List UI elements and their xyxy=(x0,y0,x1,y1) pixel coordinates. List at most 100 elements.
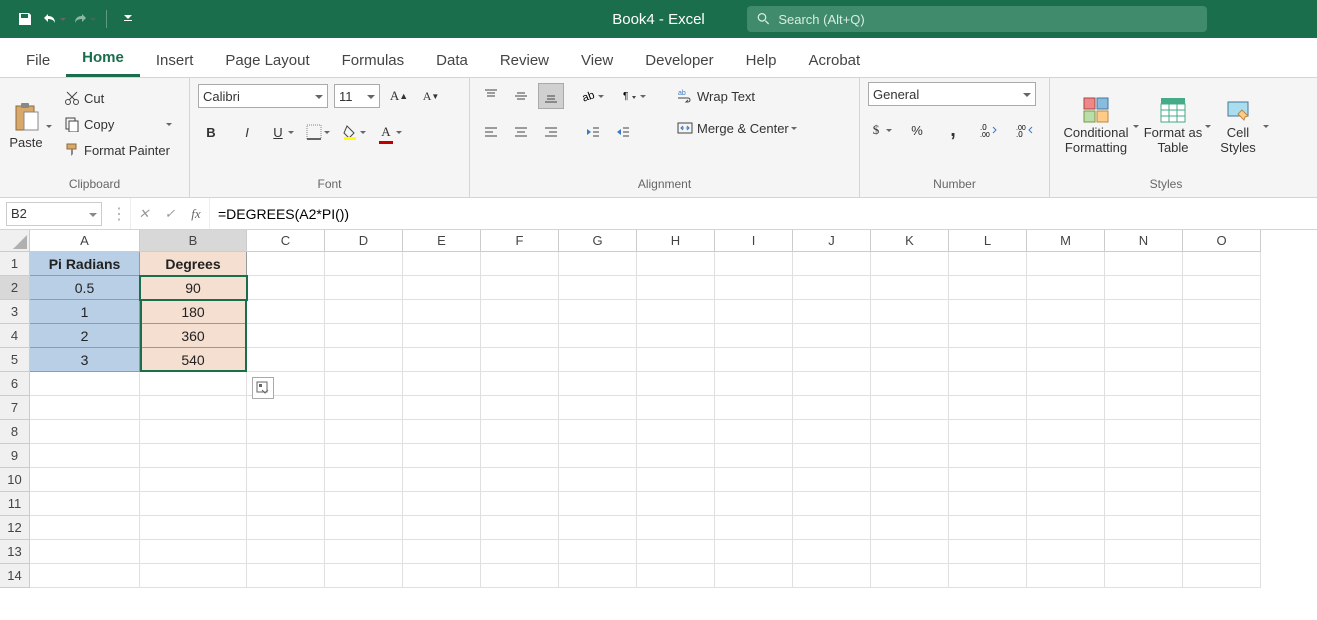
cell-styles-button[interactable]: Cell Styles xyxy=(1215,82,1271,170)
row-header-12[interactable]: 12 xyxy=(0,516,30,540)
cell-G10[interactable] xyxy=(559,468,637,492)
cell-L12[interactable] xyxy=(949,516,1027,540)
cell-D7[interactable] xyxy=(325,396,403,420)
cell-J10[interactable] xyxy=(793,468,871,492)
cell-K11[interactable] xyxy=(871,492,949,516)
row-header-3[interactable]: 3 xyxy=(0,300,30,324)
cell-F3[interactable] xyxy=(481,300,559,324)
row-header-5[interactable]: 5 xyxy=(0,348,30,372)
cell-D4[interactable] xyxy=(325,324,403,348)
cell-B8[interactable] xyxy=(140,420,247,444)
cell-O11[interactable] xyxy=(1183,492,1261,516)
cell-E3[interactable] xyxy=(403,300,481,324)
cell-I8[interactable] xyxy=(715,420,793,444)
cell-O8[interactable] xyxy=(1183,420,1261,444)
align-middle-button[interactable] xyxy=(508,83,534,109)
cell-C5[interactable] xyxy=(247,348,325,372)
cell-E10[interactable] xyxy=(403,468,481,492)
cell-N9[interactable] xyxy=(1105,444,1183,468)
cell-J14[interactable] xyxy=(793,564,871,588)
cell-E4[interactable] xyxy=(403,324,481,348)
cell-B12[interactable] xyxy=(140,516,247,540)
font-color-button[interactable]: A xyxy=(378,119,404,145)
cell-I7[interactable] xyxy=(715,396,793,420)
cell-A10[interactable] xyxy=(30,468,140,492)
fill-color-button[interactable] xyxy=(342,119,368,145)
cell-I13[interactable] xyxy=(715,540,793,564)
col-header-H[interactable]: H xyxy=(637,230,715,252)
cell-A6[interactable] xyxy=(30,372,140,396)
col-header-L[interactable]: L xyxy=(949,230,1027,252)
cell-J2[interactable] xyxy=(793,276,871,300)
cell-J11[interactable] xyxy=(793,492,871,516)
cell-A9[interactable] xyxy=(30,444,140,468)
cell-I14[interactable] xyxy=(715,564,793,588)
cell-B6[interactable] xyxy=(140,372,247,396)
cell-J5[interactable] xyxy=(793,348,871,372)
cell-H6[interactable] xyxy=(637,372,715,396)
row-header-9[interactable]: 9 xyxy=(0,444,30,468)
cell-N11[interactable] xyxy=(1105,492,1183,516)
cell-A8[interactable] xyxy=(30,420,140,444)
cell-A7[interactable] xyxy=(30,396,140,420)
cell-N12[interactable] xyxy=(1105,516,1183,540)
cell-N3[interactable] xyxy=(1105,300,1183,324)
grow-font-button[interactable]: A▲ xyxy=(386,83,412,109)
undo-button[interactable] xyxy=(42,6,68,32)
cell-N13[interactable] xyxy=(1105,540,1183,564)
cell-B2[interactable]: 90 xyxy=(140,276,247,300)
col-header-F[interactable]: F xyxy=(481,230,559,252)
cell-M7[interactable] xyxy=(1027,396,1105,420)
tab-home[interactable]: Home xyxy=(66,41,140,77)
cell-M6[interactable] xyxy=(1027,372,1105,396)
cell-C1[interactable] xyxy=(247,252,325,276)
cell-L13[interactable] xyxy=(949,540,1027,564)
format-painter-button[interactable]: Format Painter xyxy=(60,138,174,162)
cell-B5[interactable]: 540 xyxy=(140,348,247,372)
cell-C2[interactable] xyxy=(247,276,325,300)
percent-format-button[interactable]: % xyxy=(904,117,930,143)
cell-J13[interactable] xyxy=(793,540,871,564)
cell-D12[interactable] xyxy=(325,516,403,540)
cell-N2[interactable] xyxy=(1105,276,1183,300)
cell-K1[interactable] xyxy=(871,252,949,276)
col-header-C[interactable]: C xyxy=(247,230,325,252)
cell-C8[interactable] xyxy=(247,420,325,444)
cell-K5[interactable] xyxy=(871,348,949,372)
row-header-13[interactable]: 13 xyxy=(0,540,30,564)
cell-B1[interactable]: Degrees xyxy=(140,252,247,276)
cell-F11[interactable] xyxy=(481,492,559,516)
col-header-E[interactable]: E xyxy=(403,230,481,252)
cell-K4[interactable] xyxy=(871,324,949,348)
cell-L8[interactable] xyxy=(949,420,1027,444)
cell-J12[interactable] xyxy=(793,516,871,540)
cell-D8[interactable] xyxy=(325,420,403,444)
cell-H14[interactable] xyxy=(637,564,715,588)
col-header-D[interactable]: D xyxy=(325,230,403,252)
cell-O1[interactable] xyxy=(1183,252,1261,276)
cell-H9[interactable] xyxy=(637,444,715,468)
tab-data[interactable]: Data xyxy=(420,44,484,77)
cell-H10[interactable] xyxy=(637,468,715,492)
col-header-I[interactable]: I xyxy=(715,230,793,252)
row-header-4[interactable]: 4 xyxy=(0,324,30,348)
cell-B7[interactable] xyxy=(140,396,247,420)
cell-E11[interactable] xyxy=(403,492,481,516)
cell-H3[interactable] xyxy=(637,300,715,324)
cell-G4[interactable] xyxy=(559,324,637,348)
cell-F8[interactable] xyxy=(481,420,559,444)
col-header-K[interactable]: K xyxy=(871,230,949,252)
merge-center-button[interactable]: Merge & Center xyxy=(673,116,799,140)
cell-F5[interactable] xyxy=(481,348,559,372)
search-box[interactable] xyxy=(747,6,1207,32)
cell-M9[interactable] xyxy=(1027,444,1105,468)
cell-I10[interactable] xyxy=(715,468,793,492)
cell-M11[interactable] xyxy=(1027,492,1105,516)
cell-J1[interactable] xyxy=(793,252,871,276)
cell-N4[interactable] xyxy=(1105,324,1183,348)
cell-H11[interactable] xyxy=(637,492,715,516)
cell-D1[interactable] xyxy=(325,252,403,276)
cell-F13[interactable] xyxy=(481,540,559,564)
cell-C7[interactable] xyxy=(247,396,325,420)
cell-F4[interactable] xyxy=(481,324,559,348)
